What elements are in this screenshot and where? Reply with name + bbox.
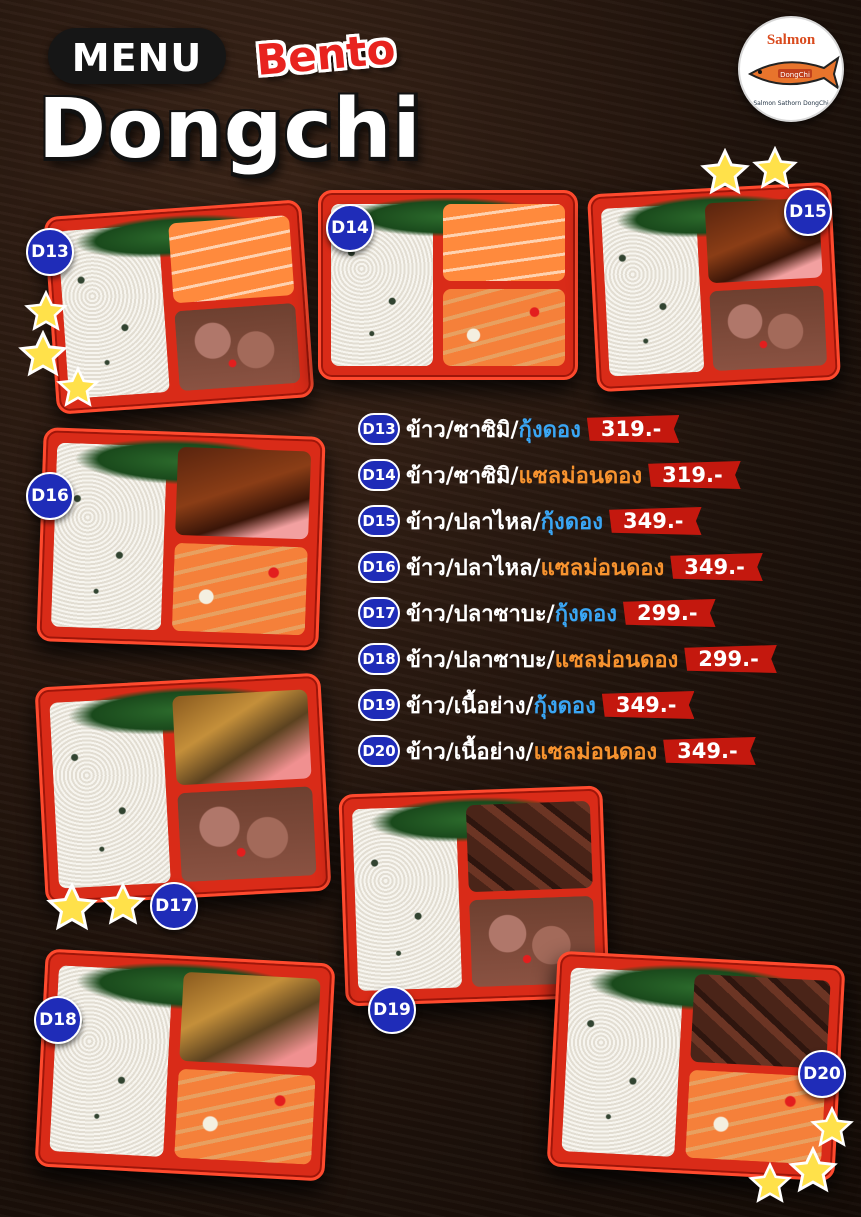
grilled-beef-compartment xyxy=(465,801,593,893)
salmon-dong-compartment xyxy=(172,542,308,635)
item-description: ข้าว/เนื้อย่าง/กุ้งดอง xyxy=(406,688,596,723)
star-icon xyxy=(24,290,68,331)
menu-item-d15: D15 ข้าว/ปลาไหล/กุ้งดอง 349.- xyxy=(358,498,858,544)
item-price: 349.- xyxy=(608,507,702,535)
item-description: ข้าว/ปลาไหล/กุ้งดอง xyxy=(406,504,603,539)
badge-d14: D14 xyxy=(326,204,374,252)
item-price: 299.- xyxy=(684,645,777,673)
item-base: ข้าว/ซาซิมิ/ xyxy=(406,417,519,443)
star-icon xyxy=(752,146,798,189)
logo-sub: DongChi xyxy=(780,71,810,79)
item-base: ข้าว/เนื้อย่าง/ xyxy=(406,739,534,765)
item-code: D15 xyxy=(358,505,400,537)
salmon-sashimi-compartment xyxy=(168,214,295,304)
item-description: ข้าว/เนื้อย่าง/แซลม่อนดอง xyxy=(406,734,657,769)
item-base: ข้าว/ซาซิมิ/ xyxy=(406,463,519,489)
salmon-dong-compartment xyxy=(174,1068,316,1165)
shrimp-dong-compartment xyxy=(174,302,301,392)
star-icon xyxy=(810,1106,854,1147)
title-bento: Bento xyxy=(254,24,398,85)
bento-box-d16 xyxy=(36,427,326,651)
title-menu: MENU xyxy=(71,36,203,80)
item-price: 349.- xyxy=(670,553,763,581)
item-topping: กุ้งดอง xyxy=(518,417,581,443)
item-price: 319.- xyxy=(648,461,741,489)
item-topping: แซลม่อนดอง xyxy=(540,555,665,581)
badge-d15: D15 xyxy=(784,188,832,236)
item-base: ข้าว/ปลาซาบะ/ xyxy=(406,647,555,673)
item-base: ข้าว/เนื้อย่าง/ xyxy=(406,693,534,719)
item-code: D16 xyxy=(358,551,400,583)
bento-box-d18 xyxy=(34,948,336,1182)
item-base: ข้าว/ปลาไหล/ xyxy=(406,509,541,535)
brand-logo: Salmon DongChi Salmon Sathorn DongChi xyxy=(738,16,844,122)
item-price: 349.- xyxy=(663,737,756,765)
badge-d20: D20 xyxy=(798,1050,846,1098)
item-code: D19 xyxy=(358,689,400,721)
item-topping: กุ้งดอง xyxy=(540,509,603,535)
shrimp-dong-compartment xyxy=(177,786,317,883)
menu-item-d19: D19 ข้าว/เนื้อย่าง/กุ้งดอง 349.- xyxy=(358,682,858,728)
badge-d18: D18 xyxy=(34,996,82,1044)
salmon-dong-compartment xyxy=(442,288,565,366)
title-dongchi: Dongchi xyxy=(38,82,422,177)
star-icon xyxy=(56,366,100,407)
menu-item-d17: D17 ข้าว/ปลาซาบะ/กุ้งดอง 299.- xyxy=(358,590,858,636)
item-topping: กุ้งดอง xyxy=(554,601,617,627)
badge-d16: D16 xyxy=(26,472,74,520)
item-code: D20 xyxy=(358,735,400,767)
item-base: ข้าว/ปลาไหล/ xyxy=(406,555,541,581)
menu-item-d16: D16 ข้าว/ปลาไหล/แซลม่อนดอง 349.- xyxy=(358,544,858,590)
grilled-saba-compartment xyxy=(179,971,321,1068)
salmon-sashimi-compartment xyxy=(442,204,565,282)
item-code: D17 xyxy=(358,597,400,629)
item-description: ข้าว/ปลาซาบะ/แซลม่อนดอง xyxy=(406,642,678,677)
menu-item-d13: D13 ข้าว/ซาซิมิ/กุ้งดอง 319.- xyxy=(358,406,858,452)
item-base: ข้าว/ปลาซาบะ/ xyxy=(406,601,555,627)
grilled-saba-compartment xyxy=(172,689,312,786)
item-price: 319.- xyxy=(586,415,680,443)
star-icon xyxy=(748,1162,792,1203)
item-description: ข้าว/ปลาไหล/แซลม่อนดอง xyxy=(406,550,664,585)
badge-d13: D13 xyxy=(26,228,74,276)
item-topping: กุ้งดอง xyxy=(533,693,596,719)
shrimp-dong-compartment xyxy=(709,285,828,372)
item-topping: แซลม่อนดอง xyxy=(518,463,643,489)
grilled-eel-compartment xyxy=(175,447,312,540)
menu-list: D13 ข้าว/ซาซิมิ/กุ้งดอง 319.- D14 ข้าว/ซ… xyxy=(358,406,858,774)
logo-facebook: Salmon Sathorn DongChi xyxy=(753,100,829,107)
item-topping: แซลม่อนดอง xyxy=(554,647,679,673)
star-icon xyxy=(700,148,750,195)
item-description: ข้าว/ซาซิมิ/กุ้งดอง xyxy=(406,412,581,447)
bento-box-d17 xyxy=(34,672,332,906)
badge-d19: D19 xyxy=(368,986,416,1034)
star-icon xyxy=(100,882,146,925)
salmon-fish-icon: DongChi xyxy=(747,55,840,91)
item-price: 299.- xyxy=(623,599,716,627)
item-topping: แซลม่อนดอง xyxy=(533,739,658,765)
logo-name: Salmon xyxy=(766,32,816,48)
badge-d17: D17 xyxy=(150,882,198,930)
item-code: D18 xyxy=(358,643,400,675)
item-description: ข้าว/ซาซิมิ/แซลม่อนดอง xyxy=(406,458,642,493)
item-description: ข้าว/ปลาซาบะ/กุ้งดอง xyxy=(406,596,617,631)
item-code: D13 xyxy=(358,413,400,445)
item-price: 349.- xyxy=(601,691,695,719)
item-code: D14 xyxy=(358,459,400,491)
star-icon xyxy=(46,882,98,931)
star-icon xyxy=(788,1146,838,1193)
menu-item-d14: D14 ข้าว/ซาซิมิ/แซลม่อนดอง 319.- xyxy=(358,452,858,498)
menu-item-d20: D20 ข้าว/เนื้อย่าง/แซลม่อนดอง 349.- xyxy=(358,728,858,774)
menu-item-d18: D18 ข้าว/ปลาซาบะ/แซลม่อนดอง 299.- xyxy=(358,636,858,682)
